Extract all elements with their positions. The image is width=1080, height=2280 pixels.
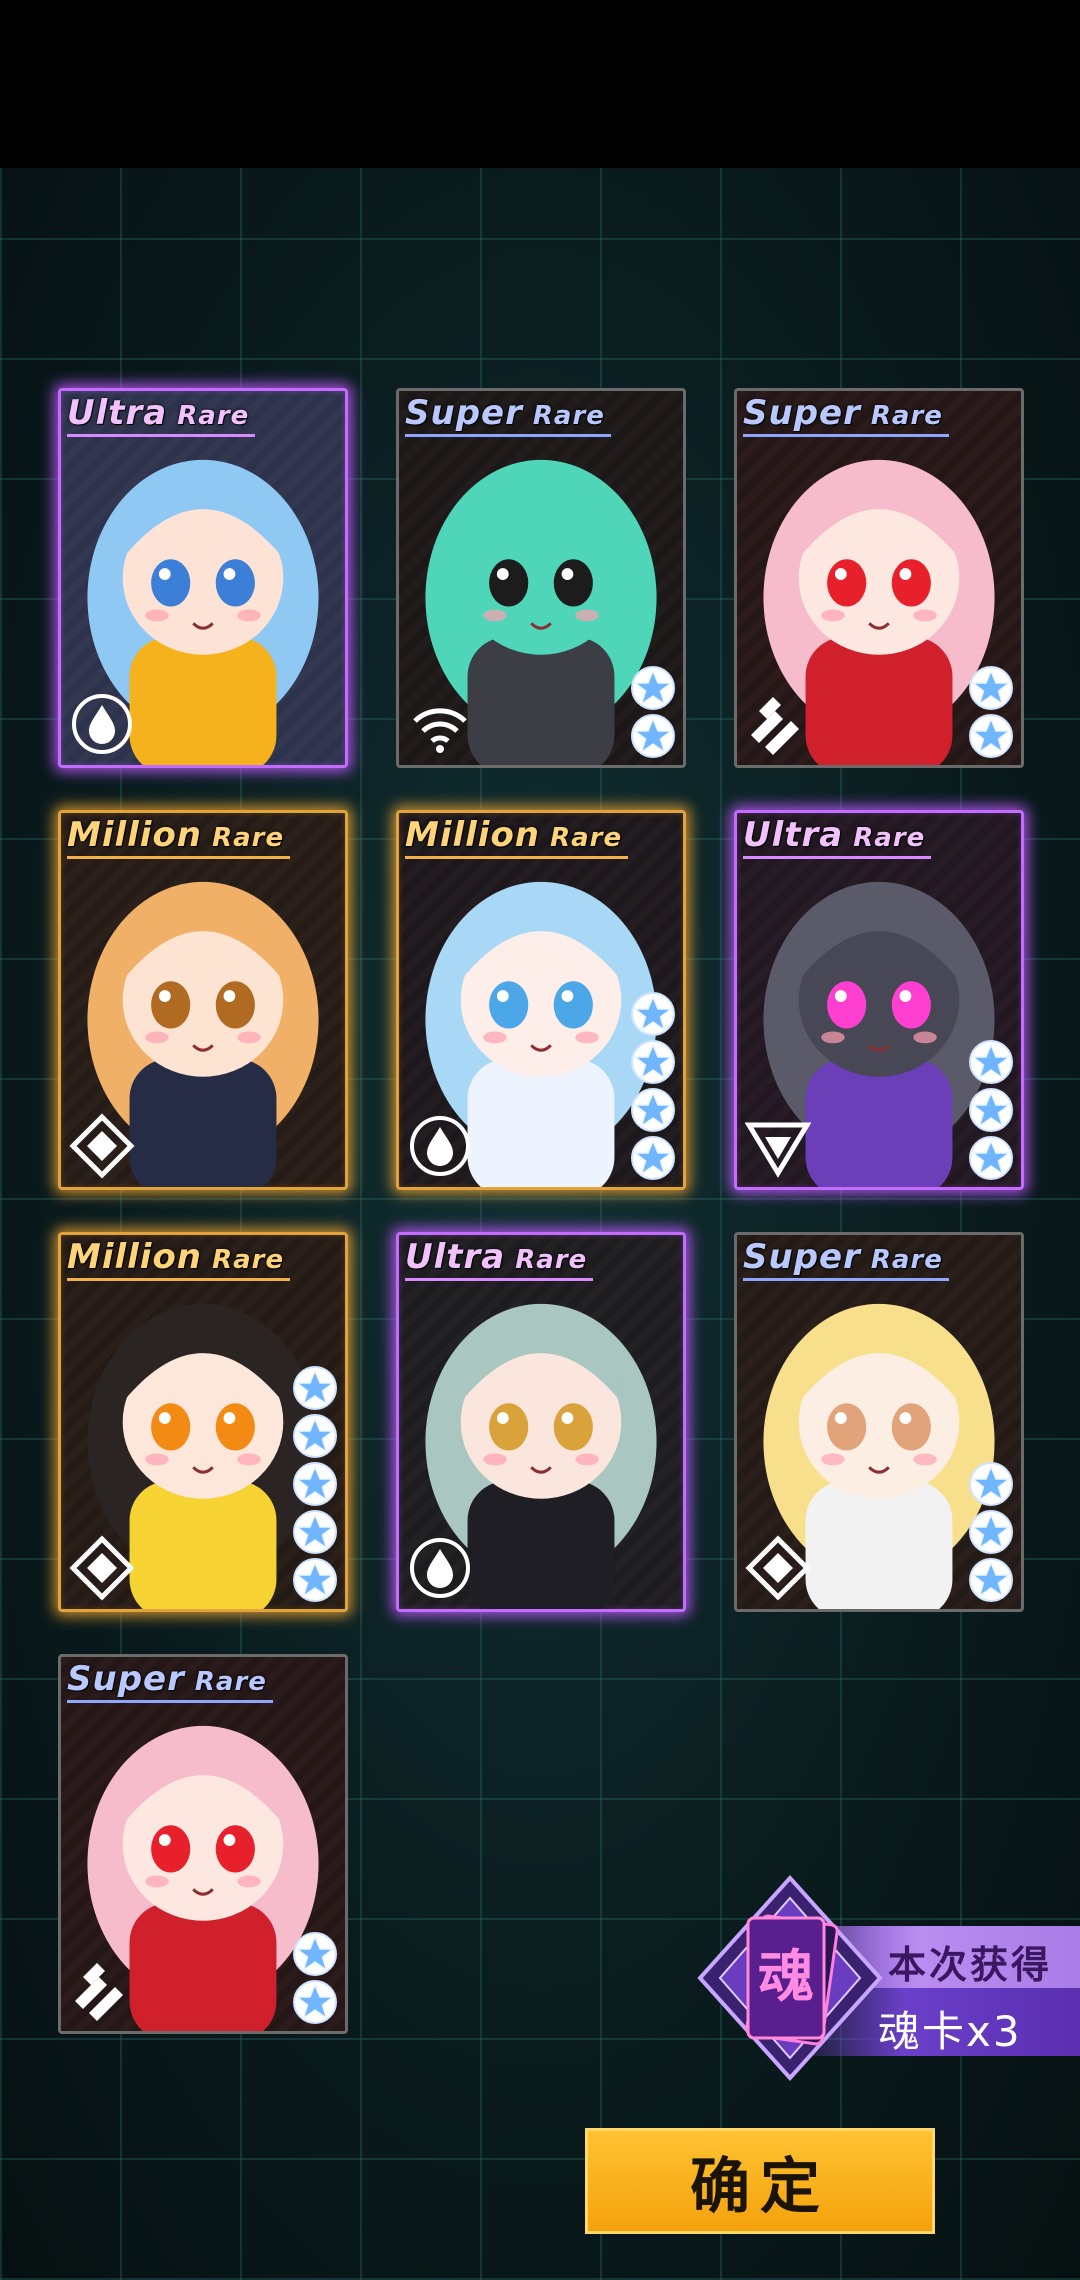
soul-card-icon: 魂 xyxy=(697,1875,883,2081)
character-card[interactable]: Million Rare xyxy=(58,1232,348,1612)
rarity-word: Rare xyxy=(184,1667,267,1697)
rarity-label: Super Rare xyxy=(743,393,949,437)
star-rating xyxy=(967,665,1015,759)
star-icon xyxy=(968,665,1014,711)
rarity-label: Million Rare xyxy=(405,815,629,859)
star-rating xyxy=(291,1931,339,2025)
stripes-element-icon xyxy=(745,691,811,757)
diamond-element-icon xyxy=(69,1535,135,1601)
star-icon xyxy=(292,1509,338,1555)
star-icon xyxy=(292,1461,338,1507)
stripes-element-icon xyxy=(69,1957,135,2023)
signal-element-icon xyxy=(407,691,473,757)
status-bar xyxy=(0,0,1080,168)
star-icon xyxy=(630,991,676,1037)
character-card[interactable]: Ultra Rare xyxy=(396,1232,686,1612)
soul-card-reward: 本次获得 魂卡x3 魂 xyxy=(690,1868,1080,2088)
star-rating xyxy=(629,665,677,759)
rarity-label: Ultra Rare xyxy=(743,815,932,859)
star-icon xyxy=(630,713,676,759)
character-card[interactable]: Super Rare xyxy=(734,388,1024,768)
rarity-tier: Ultra xyxy=(67,393,168,433)
confirm-button[interactable]: 确定 xyxy=(585,2128,935,2234)
soul-reward-title: 本次获得 xyxy=(888,1943,1053,1987)
soul-badge-label: 魂 xyxy=(758,1945,814,2010)
rarity-tier: Ultra xyxy=(405,1237,506,1277)
rarity-tier: Ultra xyxy=(743,815,844,855)
star-rating xyxy=(967,1461,1015,1603)
character-card[interactable]: Million Rare xyxy=(58,810,348,1190)
rarity-label: Million Rare xyxy=(67,815,291,859)
star-icon xyxy=(968,1461,1014,1507)
rarity-word: Rare xyxy=(202,1245,285,1275)
star-icon xyxy=(630,1087,676,1133)
water-element-icon xyxy=(407,1535,473,1601)
character-card[interactable]: Super Rare xyxy=(396,388,686,768)
star-icon xyxy=(968,1087,1014,1133)
triangle-element-icon xyxy=(744,1113,812,1179)
rarity-word: Rare xyxy=(202,823,285,853)
star-icon xyxy=(292,1931,338,1977)
diamond-element-icon xyxy=(745,1535,811,1601)
water-element-icon xyxy=(69,691,135,757)
star-icon xyxy=(292,1413,338,1459)
star-icon xyxy=(630,1135,676,1181)
character-card[interactable]: Super Rare xyxy=(734,1232,1024,1612)
rarity-label: Super Rare xyxy=(405,393,611,437)
star-icon xyxy=(968,1509,1014,1555)
rarity-label: Ultra Rare xyxy=(405,1237,594,1281)
water-element-icon xyxy=(407,1113,473,1179)
star-icon xyxy=(968,1135,1014,1181)
rarity-word: Rare xyxy=(505,1245,588,1275)
star-icon xyxy=(968,1039,1014,1085)
rarity-tier: Super xyxy=(743,393,861,433)
rarity-tier: Million xyxy=(67,815,203,855)
character-card[interactable]: Ultra Rare xyxy=(734,810,1024,1190)
diamond-element-icon xyxy=(69,1113,135,1179)
star-rating xyxy=(967,1039,1015,1181)
rarity-label: Million Rare xyxy=(67,1237,291,1281)
character-card[interactable]: Million Rare xyxy=(396,810,686,1190)
rarity-tier: Super xyxy=(405,393,523,433)
gacha-result-screen: Ultra Rare Super Rare Super Rare Million… xyxy=(0,168,1080,2280)
rarity-word: Rare xyxy=(843,823,926,853)
star-icon xyxy=(630,665,676,711)
soul-reward-count: 魂卡x3 xyxy=(878,2007,1022,2056)
rarity-label: Super Rare xyxy=(743,1237,949,1281)
character-card[interactable]: Super Rare xyxy=(58,1654,348,2034)
character-card[interactable]: Ultra Rare xyxy=(58,388,348,768)
star-icon xyxy=(292,1365,338,1411)
star-icon xyxy=(630,1039,676,1085)
rarity-word: Rare xyxy=(860,1245,943,1275)
rarity-tier: Super xyxy=(743,1237,861,1277)
star-rating xyxy=(629,991,677,1181)
rarity-word: Rare xyxy=(860,401,943,431)
star-icon xyxy=(292,1557,338,1603)
rarity-word: Rare xyxy=(167,401,250,431)
star-rating xyxy=(291,1365,339,1603)
rarity-word: Rare xyxy=(522,401,605,431)
rarity-tier: Million xyxy=(67,1237,203,1277)
rarity-tier: Super xyxy=(67,1659,185,1699)
rarity-tier: Million xyxy=(405,815,541,855)
star-icon xyxy=(292,1979,338,2025)
rarity-word: Rare xyxy=(540,823,623,853)
star-icon xyxy=(968,1557,1014,1603)
star-icon xyxy=(968,713,1014,759)
rarity-label: Super Rare xyxy=(67,1659,273,1703)
rarity-label: Ultra Rare xyxy=(67,393,256,437)
